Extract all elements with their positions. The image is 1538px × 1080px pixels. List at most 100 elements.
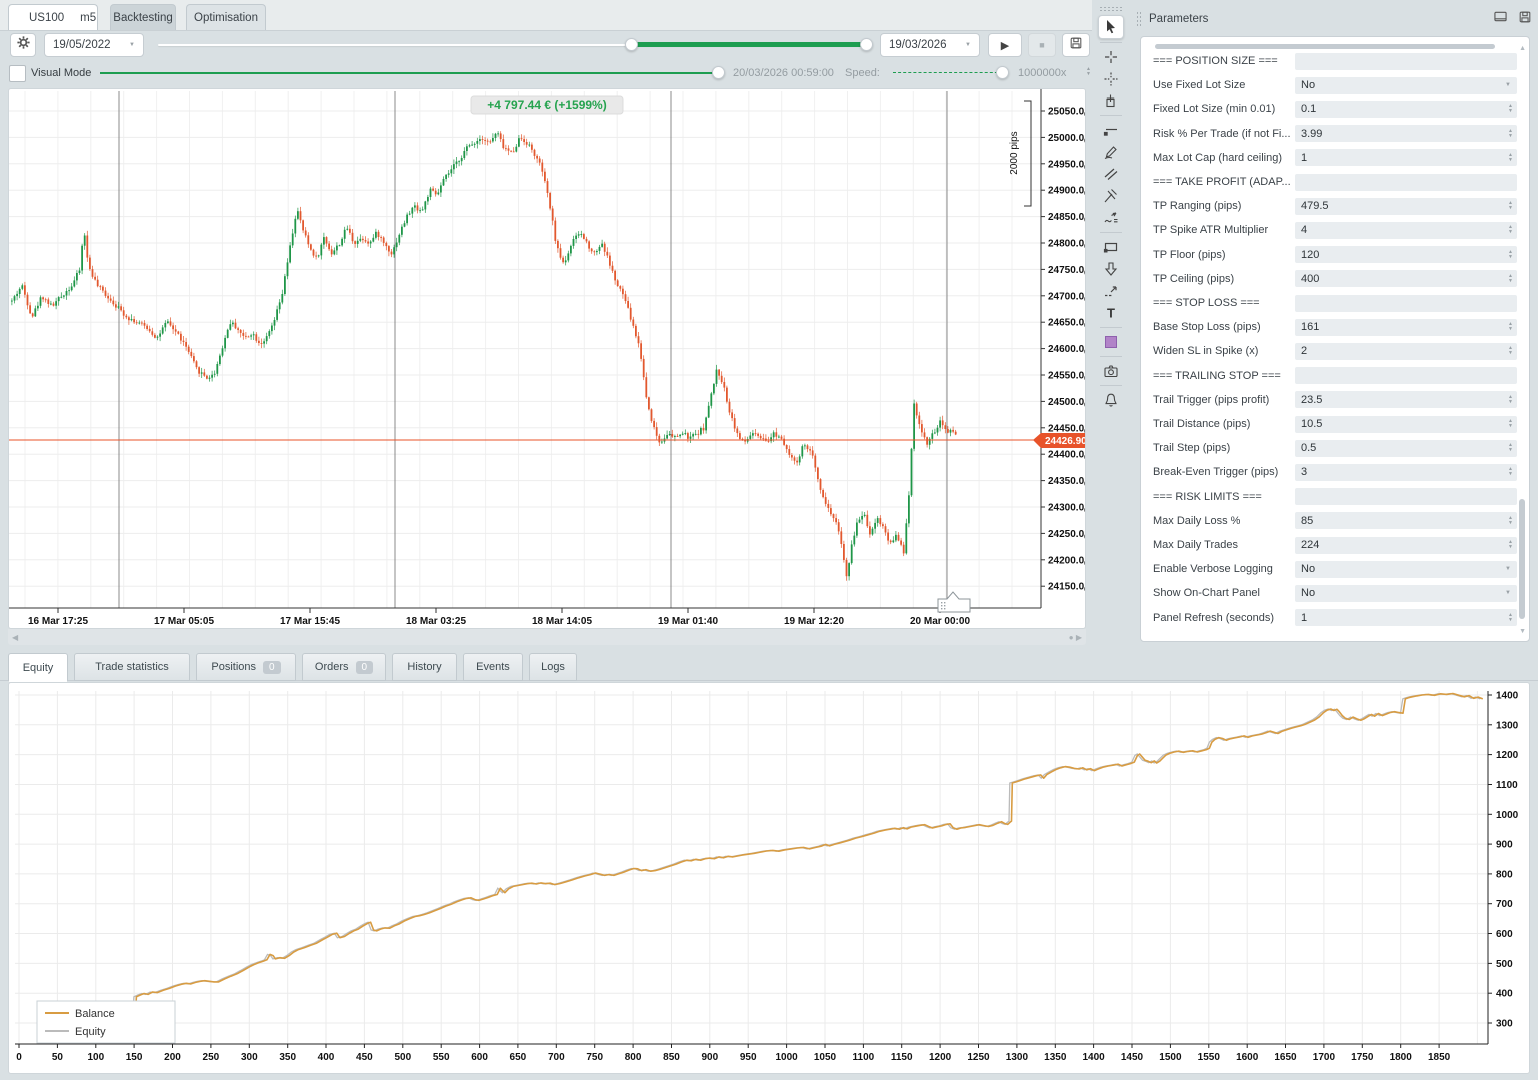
- tool-trend-line-icon[interactable]: [1098, 280, 1124, 302]
- dropdown-arrow-icon[interactable]: ▼: [1505, 82, 1511, 88]
- param-input-max-lot-cap-hard-ceiling[interactable]: 1▲▼: [1295, 149, 1517, 166]
- save-icon: [1069, 36, 1083, 55]
- equity-chart[interactable]: 0501001502002503003504004505005506006507…: [9, 683, 1529, 1073]
- svg-text:50: 50: [52, 1052, 64, 1063]
- spinner-arrows-icon[interactable]: ▲▼: [1508, 201, 1513, 211]
- visual-mode-checkbox[interactable]: [9, 65, 26, 82]
- param-row: === TRAILING STOP ===: [1153, 367, 1517, 385]
- date-to-select[interactable]: 19/03/2026▼: [880, 33, 980, 57]
- tab-history[interactable]: History: [392, 653, 457, 681]
- param-row: Fixed Lot Size (min 0.01)0.1▲▼: [1153, 100, 1517, 118]
- tool-text-icon[interactable]: T: [1098, 302, 1124, 324]
- spinner-arrows-icon[interactable]: ▲▼: [1508, 104, 1513, 114]
- spinner-arrows-icon[interactable]: ▲▼: [1508, 540, 1513, 550]
- param-input-tp-spike-atr-multiplier[interactable]: 4▲▼: [1295, 222, 1517, 239]
- range-slider-right-handle[interactable]: [860, 38, 873, 51]
- stop-button[interactable]: ■: [1028, 33, 1056, 57]
- date-range-selected-bar[interactable]: [632, 42, 866, 47]
- param-input-tp-ranging-pips[interactable]: 479.5▲▼: [1295, 198, 1517, 215]
- svg-text:24426.90: 24426.90: [1045, 436, 1085, 447]
- tool-crosshair-sync-icon[interactable]: [1098, 68, 1124, 90]
- play-button[interactable]: ▶: [988, 33, 1022, 57]
- param-value: 161: [1301, 321, 1319, 333]
- tool-horizontal-line-icon[interactable]: [1098, 119, 1124, 141]
- tool-rectangle-icon[interactable]: [1098, 236, 1124, 258]
- param-input-use-fixed-lot-size[interactable]: No▼: [1295, 77, 1517, 94]
- tool-magnet-icon[interactable]: [1098, 90, 1124, 112]
- scroll-left-icon[interactable]: ◀: [12, 633, 18, 642]
- param-input-trail-trigger-pips-profit[interactable]: 23.5▲▼: [1295, 391, 1517, 408]
- tab-chart-us100-m5[interactable]: US100 m5: [8, 4, 98, 30]
- spinner-arrows-icon[interactable]: ▲▼: [1508, 225, 1513, 235]
- spinner-arrows-icon[interactable]: ▲▼: [1508, 516, 1513, 526]
- dropdown-arrow-icon[interactable]: ▼: [1505, 566, 1511, 572]
- save-parameters-icon[interactable]: [1518, 10, 1532, 29]
- date-from-select[interactable]: 19/05/2022▼: [44, 33, 144, 57]
- tool-pitchfork-icon[interactable]: [1098, 185, 1124, 207]
- spinner-arrows-icon[interactable]: ▲▼: [1508, 443, 1513, 453]
- param-input-trail-step-pips[interactable]: 0.5▲▼: [1295, 440, 1517, 457]
- param-input-tp-floor-pips[interactable]: 120▲▼: [1295, 246, 1517, 263]
- dropdown-arrow-icon[interactable]: ▼: [1505, 590, 1511, 596]
- range-slider-left-handle[interactable]: [625, 38, 638, 51]
- param-input-panel-refresh-seconds[interactable]: 1▲▼: [1295, 609, 1517, 626]
- param-input-base-stop-loss-pips[interactable]: 161 ▲▼: [1295, 319, 1517, 336]
- svg-text:24550.00: 24550.00: [1048, 371, 1085, 383]
- tab-events[interactable]: Events: [463, 653, 523, 681]
- tool-wave-icon[interactable]: [1098, 207, 1124, 229]
- spinner-arrows-icon[interactable]: ▲▼: [1508, 467, 1513, 477]
- tool-camera-icon[interactable]: [1098, 360, 1124, 382]
- tab-positions[interactable]: Positions0: [196, 653, 296, 681]
- param-input-show-on-chart-panel[interactable]: No▼: [1295, 585, 1517, 602]
- tab-orders[interactable]: Orders0: [302, 653, 386, 681]
- scroll-up-icon[interactable]: ▲: [1519, 45, 1526, 52]
- param-input-max-daily-trades[interactable]: 224▲▼: [1295, 537, 1517, 554]
- param-value: 2: [1301, 345, 1307, 357]
- param-input-max-daily-loss[interactable]: 85▲▼: [1295, 512, 1517, 529]
- tool-cursor-icon[interactable]: [1098, 15, 1124, 39]
- param-input-trail-distance-pips[interactable]: 10.5▲▼: [1295, 416, 1517, 433]
- playback-progress-handle[interactable]: [712, 66, 725, 79]
- param-input-tp-ceiling-pips[interactable]: 400▲▼: [1295, 270, 1517, 287]
- tab-trade-statistics[interactable]: Trade statistics: [74, 653, 190, 681]
- spinner-arrows-icon[interactable]: ▲▼: [1508, 274, 1513, 284]
- speed-slider-handle[interactable]: [996, 66, 1009, 79]
- param-input-break-even-trigger-pips[interactable]: 3▲▼: [1295, 464, 1517, 481]
- param-input-enable-verbose-logging[interactable]: No▼: [1295, 561, 1517, 578]
- playback-progress-slider[interactable]: [100, 72, 718, 74]
- speed-slider[interactable]: [893, 72, 1003, 73]
- spinner-arrows-icon[interactable]: ▲▼: [1508, 250, 1513, 260]
- spinner-arrows-icon[interactable]: ▲▼: [1508, 346, 1513, 356]
- tool-color-swatch-icon[interactable]: [1098, 331, 1124, 353]
- param-v-scrollbar[interactable]: [1519, 499, 1525, 619]
- param-input-fixed-lot-size-min-0-01[interactable]: 0.1▲▼: [1295, 101, 1517, 118]
- settings-button[interactable]: [10, 33, 36, 57]
- tab-logs[interactable]: Logs: [529, 653, 577, 681]
- tool-channel-icon[interactable]: [1098, 163, 1124, 185]
- scroll-right-icon[interactable]: ● ▶: [1069, 633, 1082, 642]
- tool-pencil-icon[interactable]: [1098, 141, 1124, 163]
- speed-spinner[interactable]: ▲▼: [1086, 67, 1091, 77]
- toolbar-grip[interactable]: [1099, 6, 1123, 11]
- spinner-arrows-icon[interactable]: ▲▼: [1508, 395, 1513, 405]
- tool-alert-bell-icon[interactable]: [1098, 389, 1124, 411]
- main-price-chart[interactable]: 25050.0025000.0024950.0024900.0024850.00…: [9, 89, 1085, 628]
- chart-h-scrollbar[interactable]: ◀ ● ▶: [8, 629, 1086, 645]
- tab-backtesting[interactable]: Backtesting: [110, 4, 176, 30]
- tab-equity[interactable]: Equity: [8, 653, 68, 682]
- param-h-scrollbar[interactable]: [1155, 44, 1495, 49]
- undock-panel-icon[interactable]: [1493, 10, 1508, 28]
- spinner-arrows-icon[interactable]: ▲▼: [1508, 322, 1513, 332]
- panel-grip[interactable]: [1136, 11, 1141, 27]
- tool-arrow-down-icon[interactable]: [1098, 258, 1124, 280]
- spinner-arrows-icon[interactable]: ▲▼: [1508, 129, 1513, 139]
- tab-optimisation[interactable]: Optimisation: [186, 4, 266, 30]
- tool-crosshair-icon[interactable]: [1098, 46, 1124, 68]
- param-input-risk-per-trade-if-not-fi[interactable]: 3.99▲▼: [1295, 125, 1517, 142]
- scroll-down-icon[interactable]: ▼: [1519, 628, 1526, 635]
- spinner-arrows-icon[interactable]: ▲▼: [1508, 613, 1513, 623]
- param-input-widen-sl-in-spike-x[interactable]: 2 ▲▼: [1295, 343, 1517, 360]
- spinner-arrows-icon[interactable]: ▲▼: [1508, 419, 1513, 429]
- spinner-arrows-icon[interactable]: ▲▼: [1508, 153, 1513, 163]
- save-report-button[interactable]: [1062, 33, 1090, 57]
